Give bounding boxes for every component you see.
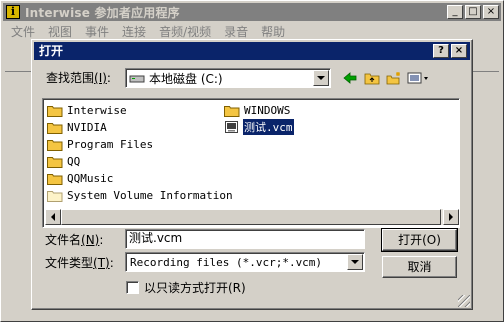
- look-in-dropdown[interactable]: 本地磁盘 (C:): [125, 68, 331, 88]
- list-item-folder[interactable]: QQ: [47, 153, 81, 169]
- cancel-button[interactable]: 取消: [382, 256, 457, 278]
- open-dialog: 打开 ? × 查找范围(I): 本地磁盘 (C:) Interwise NVID…: [31, 39, 473, 310]
- look-in-value: 本地磁盘 (C:): [149, 71, 223, 86]
- file-name: QQMusic: [67, 171, 114, 185]
- filetype-label-text: 文件类型: [45, 256, 94, 270]
- dialog-window-controls: ? ×: [433, 44, 467, 58]
- folder-icon: [47, 139, 63, 151]
- up-folder-icon[interactable]: [362, 69, 382, 87]
- file-name: Interwise: [67, 103, 127, 117]
- list-item-folder[interactable]: System Volume Information: [47, 187, 234, 203]
- file-name: System Volume Information: [67, 188, 233, 202]
- filename-label-text: 文件名: [45, 233, 82, 247]
- readonly-label[interactable]: 以只读方式打开(R): [144, 281, 246, 295]
- filetype-value: Recording files (*.vcr;*.vcm): [130, 255, 323, 269]
- list-item-folder[interactable]: Program Files: [47, 136, 154, 152]
- list-item-file[interactable]: 测试.vcm: [224, 118, 295, 136]
- dialog-title-bar[interactable]: 打开 ? ×: [34, 42, 470, 60]
- file-name: Program Files: [67, 137, 154, 151]
- view-menu-icon[interactable]: [406, 69, 432, 87]
- folder-icon: [47, 173, 63, 185]
- folder-icon: [47, 156, 63, 168]
- look-in-label-text: 查找范围: [46, 71, 95, 85]
- filetype-dropdown[interactable]: Recording files (*.vcr;*.vcm): [125, 252, 365, 272]
- recording-file-icon: [225, 121, 238, 133]
- look-in-label: 查找范围(I):: [46, 71, 111, 85]
- folder-icon: [47, 105, 63, 117]
- scroll-right-icon[interactable]: [443, 209, 459, 225]
- list-item-folder[interactable]: NVIDIA: [47, 119, 108, 135]
- filetype-accel: (T): [93, 256, 110, 270]
- folder-icon: [47, 190, 63, 202]
- app-window-controls: _ □ ×: [447, 5, 499, 19]
- app-logo-icon: i: [6, 5, 20, 19]
- maximize-button[interactable]: □: [465, 5, 481, 19]
- list-item-folder[interactable]: Interwise: [47, 102, 128, 118]
- open-button[interactable]: 打开(O): [381, 228, 458, 252]
- folder-icon: [224, 105, 240, 117]
- dialog-close-button[interactable]: ×: [451, 44, 467, 58]
- filename-input[interactable]: 测试.vcm: [125, 229, 365, 249]
- horizontal-scrollbar[interactable]: [45, 209, 459, 225]
- file-name: NVIDIA: [67, 120, 107, 134]
- folder-icon: [47, 122, 63, 134]
- resize-grip-icon[interactable]: [458, 295, 470, 307]
- filetype-arrow-icon[interactable]: [347, 254, 363, 270]
- file-name: QQ: [67, 154, 81, 168]
- look-in-arrow-icon[interactable]: [313, 70, 329, 86]
- help-button[interactable]: ?: [433, 44, 449, 58]
- list-item-folder[interactable]: QQMusic: [47, 170, 114, 186]
- file-name: 测试.vcm: [242, 118, 295, 136]
- file-list[interactable]: Interwise NVIDIA Program Files QQ QQMusi…: [42, 98, 460, 228]
- app-title: Interwise 参加者应用程序: [25, 5, 180, 20]
- back-arrow-icon[interactable]: [340, 69, 360, 87]
- list-item-folder[interactable]: WINDOWS: [224, 102, 291, 118]
- readonly-checkbox[interactable]: [126, 281, 139, 294]
- scroll-left-icon[interactable]: [45, 209, 61, 225]
- dialog-title: 打开: [39, 44, 64, 58]
- filetype-label: 文件类型(T):: [45, 256, 114, 270]
- new-folder-icon[interactable]: [384, 69, 404, 87]
- filename-accel: (N): [81, 233, 100, 247]
- filename-label: 文件名(N):: [45, 233, 104, 247]
- minimize-button[interactable]: _: [447, 5, 463, 19]
- drive-icon: [129, 75, 145, 83]
- file-name: WINDOWS: [244, 103, 291, 117]
- scroll-thumb[interactable]: [61, 209, 441, 225]
- close-button[interactable]: ×: [483, 5, 499, 19]
- app-title-bar[interactable]: i Interwise 参加者应用程序 _ □ ×: [3, 3, 501, 21]
- look-in-accel: (I): [94, 71, 107, 85]
